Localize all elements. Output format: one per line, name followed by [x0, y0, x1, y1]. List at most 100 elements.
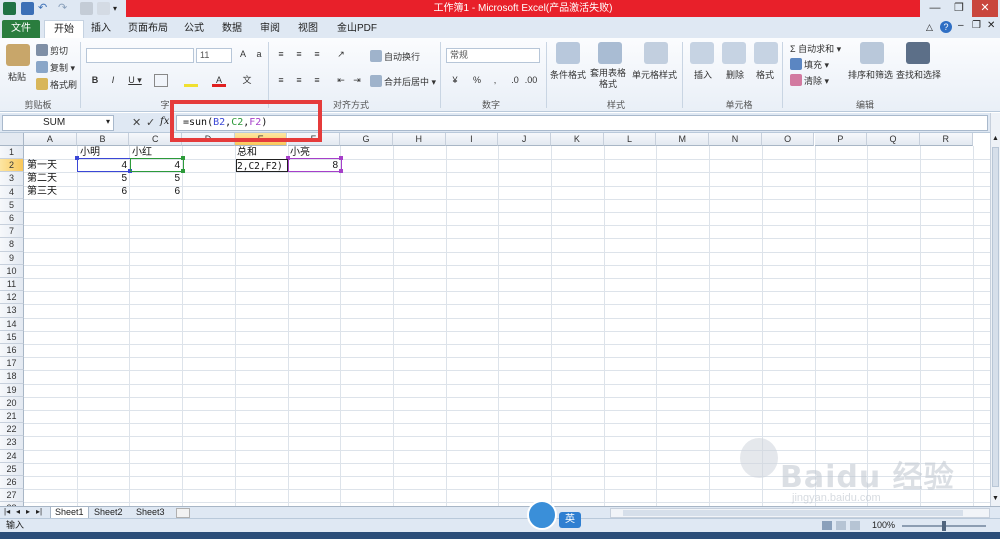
column-header-m[interactable]: M [656, 133, 710, 146]
column-header-h[interactable]: H [392, 133, 446, 146]
currency-icon[interactable]: ¥ [448, 74, 462, 87]
next-sheet-icon[interactable]: ▸ [26, 507, 30, 516]
page-break-view-icon[interactable] [850, 521, 860, 530]
paste-button[interactable]: 粘贴 [8, 70, 26, 83]
format-painter-button[interactable]: 格式刷 [36, 78, 77, 91]
row-header-25[interactable]: 25 [0, 462, 24, 476]
row-header-17[interactable]: 17 [0, 357, 24, 371]
scroll-down-icon[interactable]: ▼ [992, 495, 999, 502]
undo-icon[interactable]: ↶ [38, 2, 51, 15]
cell-a2[interactable]: 第一天 [27, 159, 79, 172]
select-all-corner[interactable] [0, 133, 24, 146]
minimize-ribbon-icon[interactable]: △ [926, 22, 933, 33]
column-header-l[interactable]: L [603, 133, 657, 146]
reference-handle[interactable] [75, 156, 79, 160]
align-top-icon[interactable]: ≡ [274, 48, 288, 61]
column-header-r[interactable]: R [919, 133, 973, 146]
conditional-format-icon[interactable] [556, 42, 580, 64]
row-header-8[interactable]: 8 [0, 238, 24, 252]
find-select-button[interactable]: 查找和选择 [896, 68, 941, 81]
font-name-select[interactable] [86, 48, 194, 63]
column-header-p[interactable]: P [814, 133, 868, 146]
row-header-21[interactable]: 21 [0, 410, 24, 424]
cell-a4[interactable]: 第三天 [27, 185, 79, 198]
font-color-icon[interactable]: A [212, 74, 226, 87]
zoom-slider-thumb[interactable] [942, 521, 946, 531]
cell-b4[interactable]: 6 [77, 185, 130, 198]
shrink-font-icon[interactable]: a [252, 48, 266, 61]
quick-access-dropdown-icon[interactable]: ▾ [113, 2, 126, 15]
increase-decimal-icon[interactable]: .0 [508, 74, 522, 87]
bold-button[interactable]: B [88, 74, 102, 87]
reference-handle[interactable] [339, 169, 343, 173]
doc-minimize-icon[interactable]: – [958, 20, 964, 31]
column-header-g[interactable]: G [340, 133, 393, 146]
column-header-o[interactable]: O [761, 133, 815, 146]
increase-indent-icon[interactable]: ⇥ [350, 74, 364, 87]
tab-kingsoft-pdf[interactable]: 金山PDF [334, 20, 380, 38]
tab-view[interactable]: 视图 [294, 20, 322, 38]
row-header-11[interactable]: 11 [0, 278, 24, 292]
italic-button[interactable]: I [106, 74, 120, 87]
row-header-19[interactable]: 19 [0, 383, 24, 397]
format-cells-button[interactable]: 格式 [756, 68, 774, 81]
reference-handle[interactable] [181, 156, 185, 160]
grow-font-icon[interactable]: A [236, 48, 250, 61]
row-header-20[interactable]: 20 [0, 396, 24, 410]
column-header-n[interactable]: N [709, 133, 762, 146]
restore-button[interactable]: ❐ [946, 0, 972, 17]
tab-file[interactable]: 文件 [2, 20, 40, 38]
align-right-icon[interactable]: ≡ [310, 74, 324, 87]
row-header-27[interactable]: 27 [0, 489, 24, 503]
find-select-icon[interactable] [906, 42, 930, 64]
row-header-9[interactable]: 9 [0, 251, 24, 265]
percent-button[interactable]: % [470, 74, 484, 87]
column-header-i[interactable]: I [445, 133, 499, 146]
copy-button[interactable]: 复制 ▾ [36, 61, 75, 74]
number-format-select[interactable]: 常规 [446, 48, 540, 63]
sort-filter-button[interactable]: 排序和筛选 [848, 68, 893, 81]
clear-button[interactable]: 清除 ▾ [790, 74, 829, 87]
row-header-13[interactable]: 13 [0, 304, 24, 318]
row-header-18[interactable]: 18 [0, 370, 24, 384]
last-sheet-icon[interactable]: ▸| [36, 507, 42, 516]
cell-a3[interactable]: 第二天 [27, 172, 79, 185]
align-left-icon[interactable]: ≡ [274, 74, 288, 87]
redo-icon[interactable]: ↷ [58, 2, 71, 15]
border-icon[interactable] [154, 74, 168, 87]
decrease-indent-icon[interactable]: ⇤ [334, 74, 348, 87]
align-center-icon[interactable]: ≡ [292, 74, 306, 87]
name-box[interactable]: SUM [2, 115, 114, 131]
normal-view-icon[interactable] [822, 521, 832, 530]
phonetic-icon[interactable]: 文 [240, 74, 254, 87]
row-header-24[interactable]: 24 [0, 449, 24, 463]
zoom-level[interactable]: 100% [872, 519, 895, 532]
row-header-3[interactable]: 3 [0, 172, 24, 186]
row-header-4[interactable]: 4 [0, 185, 24, 199]
cell-styles-button[interactable]: 单元格样式 [632, 68, 677, 81]
preview-icon[interactable] [97, 2, 110, 15]
prev-sheet-icon[interactable]: ◂ [16, 507, 20, 516]
cut-button[interactable]: 剪切 [36, 44, 68, 57]
merge-center-button[interactable]: 合并后居中 ▾ [370, 75, 436, 88]
wrap-text-button[interactable]: 自动换行 [370, 50, 420, 63]
sort-filter-icon[interactable] [860, 42, 884, 64]
row-header-10[interactable]: 10 [0, 264, 24, 278]
help-icon[interactable]: ? [940, 21, 952, 33]
row-header-26[interactable]: 26 [0, 476, 24, 490]
minimize-button[interactable]: — [922, 0, 948, 17]
tab-formulas[interactable]: 公式 [180, 20, 208, 38]
row-header-12[interactable]: 12 [0, 291, 24, 305]
cell-e2-editing[interactable]: 2,C2,F2) [236, 159, 288, 172]
cancel-entry-button[interactable]: ✕ [132, 116, 141, 129]
doc-close-icon[interactable]: ✕ [987, 20, 995, 31]
format-as-table-button[interactable]: 套用表格格式 [588, 68, 628, 90]
cell-c4[interactable]: 6 [130, 185, 183, 198]
format-cells-icon[interactable] [754, 42, 778, 64]
row-header-1[interactable]: 1 [0, 146, 24, 160]
insert-cells-button[interactable]: 插入 [694, 68, 712, 81]
row-header-23[interactable]: 23 [0, 436, 24, 450]
format-as-table-icon[interactable] [598, 42, 622, 64]
tab-review[interactable]: 审阅 [256, 20, 284, 38]
tab-page-layout[interactable]: 页面布局 [124, 20, 172, 38]
